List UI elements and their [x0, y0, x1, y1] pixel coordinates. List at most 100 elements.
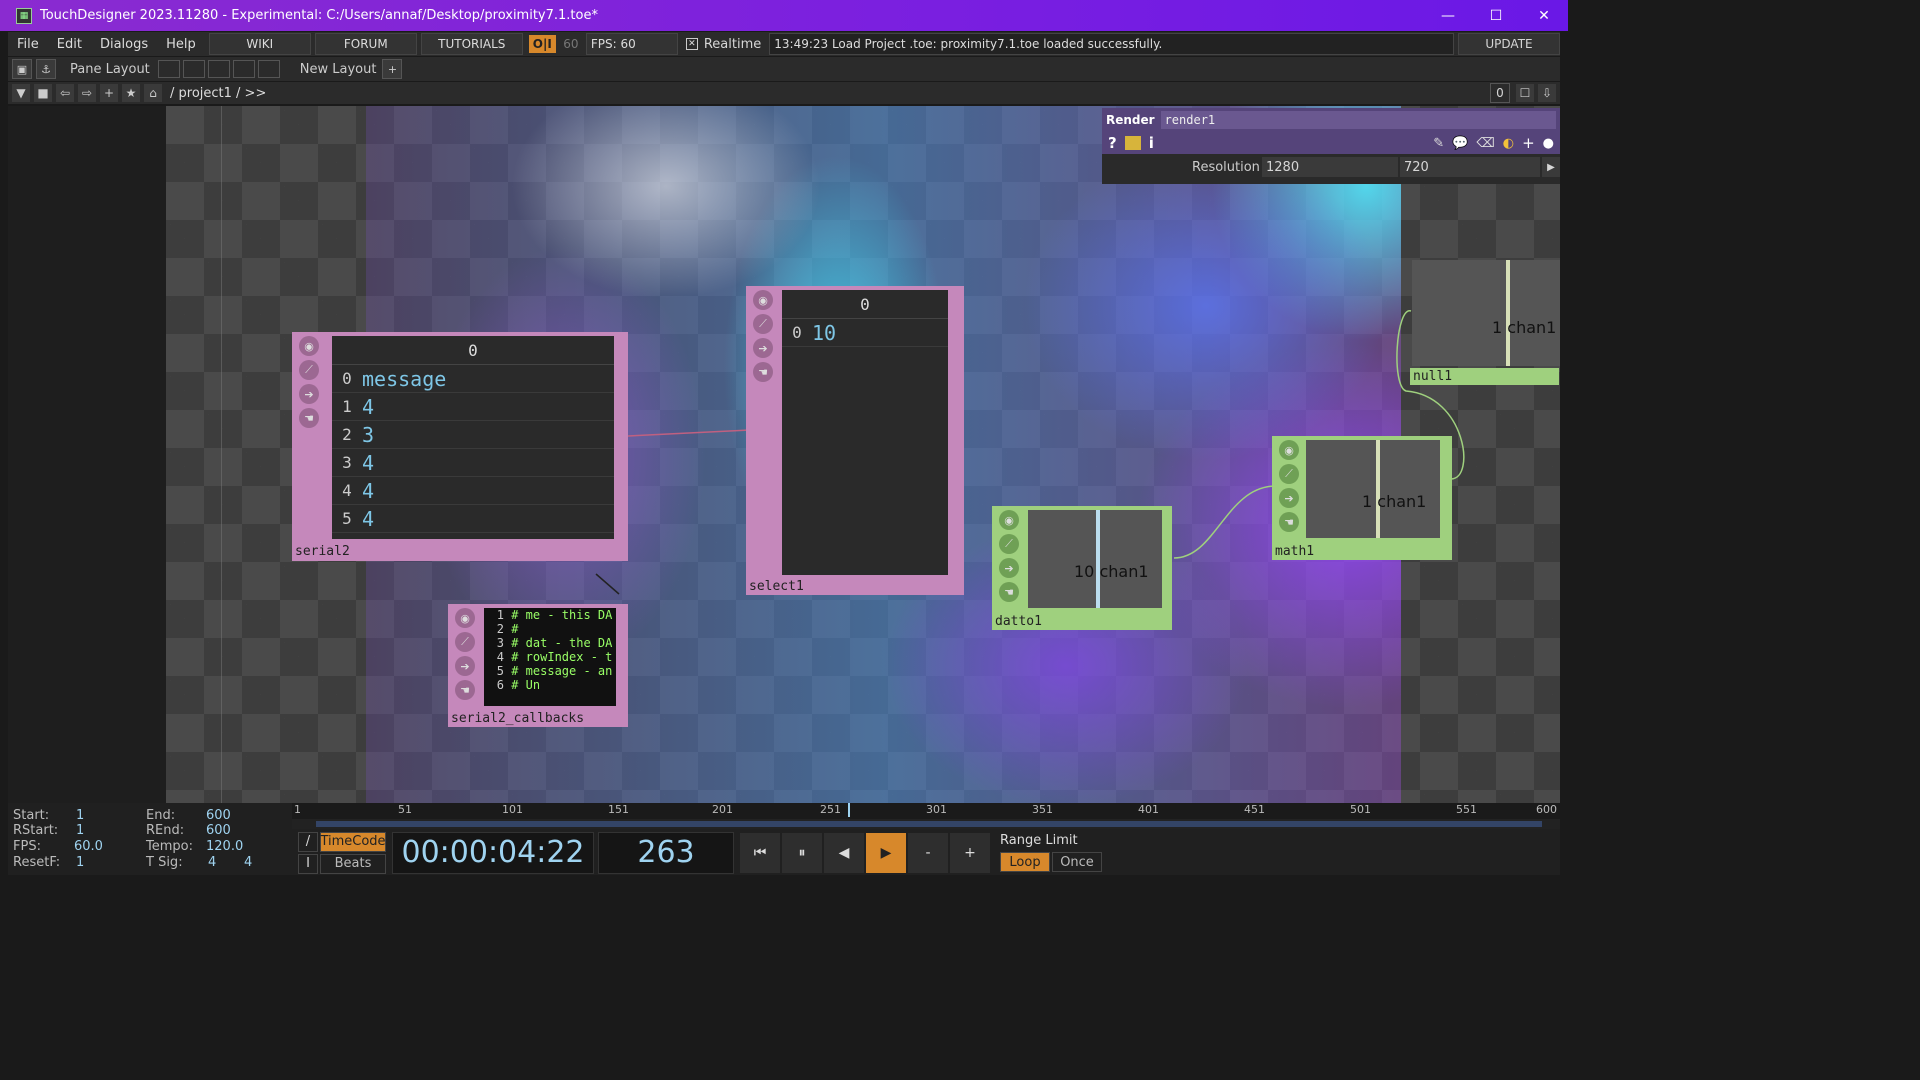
graph-icon[interactable]: ⟋	[299, 360, 319, 380]
layout-split-v-button[interactable]	[182, 60, 205, 78]
node-label[interactable]: datto1	[992, 613, 1115, 630]
node-label[interactable]: null1	[1410, 368, 1559, 385]
add-icon[interactable]: +	[100, 84, 118, 102]
realtime-checkbox[interactable]: ✕	[685, 38, 698, 50]
viewer-icon[interactable]: ◉	[999, 510, 1019, 530]
network-canvas[interactable]: ◉ ⟋ ➔ ☚ 0 0 message 14 23 34 44 54 serial…	[166, 106, 1560, 803]
skip-to-start-button[interactable]: ⏮	[740, 832, 780, 873]
viewer-icon[interactable]: ◉	[455, 608, 475, 628]
operator-name-field[interactable]: render1	[1160, 111, 1556, 129]
viewer-icon[interactable]: ◉	[299, 336, 319, 356]
star-icon[interactable]: ★	[122, 84, 140, 102]
step-plus-button[interactable]: +	[950, 832, 990, 873]
close-button[interactable]: ✕	[1520, 0, 1568, 31]
network-path[interactable]: / project1 / >>	[170, 86, 266, 101]
viewer-icon[interactable]: ◉	[753, 290, 773, 310]
edit-icon[interactable]: ✎	[1433, 136, 1444, 151]
stop-icon[interactable]: ■	[34, 84, 52, 102]
menu-edit[interactable]: Edit	[48, 37, 91, 52]
datto1-node[interactable]: ◉ ⟋ ➔ ☚ 10 chan1 datto1	[992, 506, 1172, 630]
frame-display[interactable]: 263	[598, 831, 734, 874]
arrow-icon[interactable]: ➔	[299, 384, 319, 404]
download-icon[interactable]: ⇩	[1538, 84, 1556, 102]
resetf-value[interactable]: 1	[76, 855, 84, 870]
python-icon[interactable]: ◐	[1503, 136, 1514, 151]
viewer-icon[interactable]: ◉	[1279, 440, 1299, 460]
node-label[interactable]: serial2	[292, 543, 591, 560]
graph-icon[interactable]: ⟋	[999, 534, 1019, 554]
once-button[interactable]: Once	[1052, 852, 1102, 872]
perform-mode-toggle[interactable]: O|I	[528, 35, 556, 53]
info-icon[interactable]: i	[1149, 134, 1154, 152]
play-button[interactable]: ▶	[866, 832, 906, 873]
menu-dialogs[interactable]: Dialogs	[91, 37, 157, 52]
help-icon[interactable]: ?	[1108, 134, 1117, 152]
add-layout-button[interactable]: +	[382, 59, 403, 79]
circle-icon[interactable]: ●	[1543, 136, 1554, 151]
anchor-icon[interactable]: ⚓	[36, 59, 56, 79]
maximize-pane-icon[interactable]: ☐	[1516, 84, 1534, 102]
pause-button[interactable]: ⏸	[782, 832, 822, 873]
select1-node[interactable]: ◉ ⟋ ➔ ☚ 0 0 10 select1	[746, 286, 964, 595]
null1-node[interactable]: 1 chan1 null1	[1410, 258, 1560, 386]
end-value[interactable]: 600	[206, 808, 231, 823]
arrow-icon[interactable]: ➔	[753, 338, 773, 358]
arrow-icon[interactable]: ➔	[1279, 488, 1299, 508]
graph-icon[interactable]: ⟋	[455, 632, 475, 652]
loop-button[interactable]: Loop	[1000, 852, 1050, 872]
add-icon[interactable]: +	[1522, 134, 1535, 152]
timeline-scrubber[interactable]	[292, 819, 1560, 829]
eraser-icon[interactable]: ⌫	[1476, 136, 1494, 151]
bypass-icon[interactable]: ☚	[999, 582, 1019, 602]
menu-file[interactable]: File	[8, 37, 48, 52]
bypass-icon[interactable]: ☚	[455, 680, 475, 700]
node-label[interactable]: serial2_callbacks	[448, 710, 593, 727]
step-minus-button[interactable]: -	[908, 832, 948, 873]
playhead[interactable]	[848, 803, 850, 817]
expand-arrow-icon[interactable]: ▶	[1542, 157, 1560, 177]
layout-single-button[interactable]	[157, 60, 180, 78]
timecode-display[interactable]: 00:00:04:22	[392, 831, 594, 874]
node-label[interactable]: select1	[746, 578, 925, 595]
tsig-denominator[interactable]: 4	[244, 855, 252, 870]
serial2-node[interactable]: ◉ ⟋ ➔ ☚ 0 0 message 14 23 34 44 54 serial…	[292, 332, 628, 561]
start-value[interactable]: 1	[76, 808, 84, 823]
bypass-icon[interactable]: ☚	[753, 362, 773, 382]
resolution-height-field[interactable]: 720	[1400, 157, 1540, 177]
forward-arrow-icon[interactable]: ⇨	[78, 84, 96, 102]
graph-icon[interactable]: ⟋	[753, 314, 773, 334]
menu-help[interactable]: Help	[157, 37, 205, 52]
tempo-value[interactable]: 120.0	[206, 839, 243, 854]
maximize-button[interactable]: ☐	[1472, 0, 1520, 31]
wiki-button[interactable]: WIKI	[208, 33, 311, 55]
arrow-icon[interactable]: ➔	[999, 558, 1019, 578]
bypass-icon[interactable]: ☚	[299, 408, 319, 428]
fps-value[interactable]: 60.0	[74, 839, 103, 854]
serial2-callbacks-node[interactable]: ◉ ⟋ ➔ ☚ 1 # me - this DA 2 # 3 # dat - t…	[448, 604, 628, 727]
image-icon[interactable]: ▣	[12, 59, 32, 79]
update-button[interactable]: UPDATE	[1458, 33, 1560, 55]
slash-icon[interactable]: /	[298, 831, 318, 852]
node-label[interactable]: math1	[1272, 543, 1397, 560]
math1-node[interactable]: ◉ ⟋ ➔ ☚ 1 chan1 math1	[1272, 436, 1452, 560]
layout-three-button[interactable]	[232, 60, 255, 78]
comment-icon[interactable]: 💬	[1452, 136, 1468, 151]
graph-icon[interactable]: ⟋	[1279, 464, 1299, 484]
back-arrow-icon[interactable]: ⇦	[56, 84, 74, 102]
timeline-ruler[interactable]: 1 51 101 151 201 251 301 351 401 451 501…	[292, 803, 1560, 819]
forum-button[interactable]: FORUM	[314, 33, 417, 55]
arrow-icon[interactable]: ➔	[455, 656, 475, 676]
python-help-icon[interactable]	[1124, 136, 1141, 150]
layout-four-button[interactable]	[257, 60, 280, 78]
home-icon[interactable]: ⌂	[144, 84, 162, 102]
rstart-value[interactable]: 1	[76, 823, 84, 838]
minimize-button[interactable]: —	[1424, 0, 1472, 31]
timecode-button[interactable]: TimeCode	[320, 831, 386, 852]
tutorials-button[interactable]: TUTORIALS	[420, 33, 523, 55]
beats-button[interactable]: Beats	[320, 853, 386, 874]
chevron-down-icon[interactable]: ▼	[12, 84, 30, 102]
bypass-icon[interactable]: ☚	[1279, 512, 1299, 532]
tsig-numerator[interactable]: 4	[208, 855, 216, 870]
layout-split-h-button[interactable]	[207, 60, 230, 78]
resolution-width-field[interactable]: 1280	[1262, 157, 1398, 177]
